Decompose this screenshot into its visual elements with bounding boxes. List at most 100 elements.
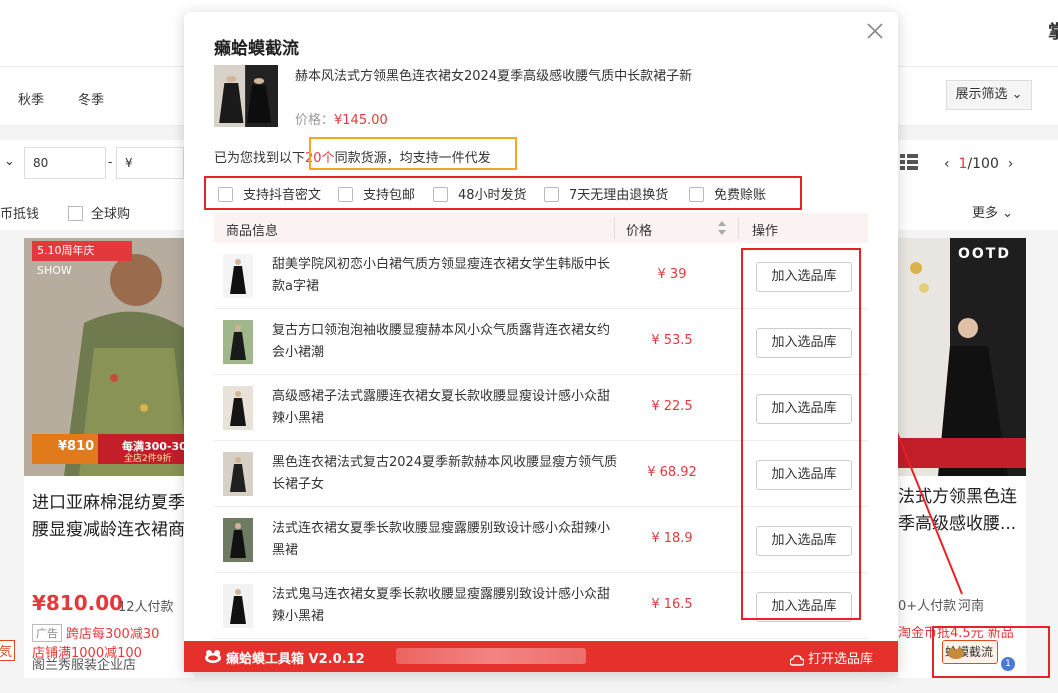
option-label: 支持包邮 — [363, 188, 416, 203]
check-coin[interactable]: 币抵钱 — [0, 203, 39, 222]
header-divider — [614, 217, 615, 239]
option-douyin[interactable]: 支持抖音密文 — [218, 184, 321, 203]
product-location: 河南 — [958, 599, 985, 614]
option-label: 支持抖音密文 — [243, 188, 322, 203]
grid-view-icon[interactable] — [900, 154, 918, 170]
product-title-line1: 进口亚麻棉混纺夏季短 — [32, 493, 194, 513]
open-library-button[interactable]: 打开选品库 — [789, 648, 874, 667]
price-min-input[interactable]: 80 — [24, 147, 106, 179]
check-global[interactable]: 全球购 — [68, 203, 130, 222]
show-filter-button[interactable]: 展示筛选 ⌄ — [946, 80, 1032, 110]
product-price-value: ¥145.00 — [334, 113, 388, 128]
checkbox[interactable] — [68, 206, 83, 221]
row-thumbnail[interactable] — [216, 518, 260, 562]
found-prefix: 已为您找到以下 — [214, 151, 306, 166]
header-divider — [738, 217, 739, 239]
top-right-label: 掌 — [1048, 22, 1058, 43]
image-brand: OOTD — [958, 246, 1011, 262]
pager-prev-icon[interactable]: ‹ — [944, 156, 950, 172]
row-thumbnail[interactable] — [216, 584, 260, 628]
check-global-label: 全球购 — [91, 207, 131, 222]
nav-winter[interactable]: 冬季 — [78, 89, 104, 108]
check-coin-label: 币抵钱 — [0, 207, 40, 222]
product-card-right[interactable]: OOTD 法式方领黑色连 季高级感收腰... 0+人付款 河南 淘金币抵4.5元… — [898, 238, 1026, 678]
header-product-info: 商品信息 — [226, 224, 279, 239]
pager: ‹ 1/100 › — [944, 156, 1013, 172]
sort-icon[interactable] — [718, 221, 726, 235]
option-label: 免费赊账 — [714, 188, 767, 203]
option-48h[interactable]: 48小时发货 — [433, 184, 527, 203]
product-title-line2: 腰显瘦减龄连衣裙商场 — [32, 520, 194, 540]
product-thumbnail — [214, 65, 278, 127]
row-price: ¥ 22.5 — [651, 399, 693, 414]
row-thumbnail[interactable] — [216, 452, 260, 496]
option-label: 7天无理由退换货 — [569, 188, 669, 203]
product-price-label: 价格： — [295, 113, 335, 128]
row-price: ¥ 39 — [657, 267, 687, 282]
app-name: 癞蛤蟆工具箱 V2.0.12 — [226, 652, 365, 667]
product-card-left[interactable]: ¥810 每满300-30元 全店2件9折 进口亚麻棉混纺夏季短 腰显瘦减龄连衣… — [24, 238, 194, 678]
product-sales: 12人付款 — [118, 600, 174, 615]
row-price: ¥ 53.5 — [651, 333, 693, 348]
checkbox[interactable] — [218, 187, 233, 202]
pager-total: /100 — [967, 156, 999, 172]
checkbox[interactable] — [689, 187, 704, 202]
checkbox[interactable] — [338, 187, 353, 202]
row-title[interactable]: 高级感裙子法式露腰连衣裙女夏长款收腰显瘦设计感小众甜辣小黑裙 — [272, 386, 622, 430]
option-free-credit[interactable]: 免费赊账 — [689, 184, 766, 203]
checkbox[interactable] — [544, 187, 559, 202]
left-edge-tag: 気 — [0, 640, 16, 661]
promo-text: 跨店每300减30 — [66, 627, 160, 642]
image-promo2: 全店2件9折 — [124, 454, 172, 464]
chanliu-modal: 癞蛤蟆截流 赫本风法式方领黑色连衣裙女2024夏季高级感收腰气质中长款裙子新 价… — [184, 12, 898, 672]
row-thumbnail[interactable] — [216, 254, 260, 298]
modal-footer: 癞蛤蟆工具箱 V2.0.12 打开选品库 — [184, 641, 898, 672]
header-action: 操作 — [752, 224, 779, 239]
annotation-box-found — [309, 137, 517, 170]
product-image[interactable] — [898, 238, 1026, 476]
nav-autumn[interactable]: 秋季 — [18, 89, 44, 108]
product-title-line1: 法式方领黑色连 — [898, 487, 1017, 507]
row-price: ¥ 16.5 — [651, 597, 693, 612]
image-price: ¥810 — [58, 439, 95, 454]
row-title[interactable]: 法式连衣裙女夏季长款收腰显瘦露腰别致设计感小众甜辣小黑裙 — [272, 518, 622, 562]
annotation-box-chanliu — [932, 626, 1050, 678]
row-title[interactable]: 黑色连衣裙法式复古2024夏季新款赫本风收腰显瘦方领气质长裙子女 — [272, 452, 622, 496]
more-button[interactable]: 更多 ⌄ — [972, 202, 1013, 221]
product-sales: 0+人付款 — [898, 599, 957, 614]
table-header: 商品信息 价格 操作 — [214, 213, 868, 243]
annotation-box-actions — [741, 248, 861, 620]
product-price: ¥810.00 — [32, 591, 124, 615]
row-title[interactable]: 甜美学院风初恋小白裙气质方领显瘦连衣裙女学生韩版中长款a字裙 — [272, 254, 622, 298]
product-title-line2: 季高级感收腰... — [898, 514, 1017, 534]
blurred-info — [396, 648, 586, 664]
close-icon[interactable] — [864, 20, 886, 42]
toad-logo-icon — [205, 650, 221, 663]
product-name: 赫本风法式方领黑色连衣裙女2024夏季高级感收腰气质中长款裙子新 — [295, 69, 693, 84]
checkbox[interactable] — [433, 187, 448, 202]
header-price[interactable]: 价格 — [626, 220, 652, 239]
option-label: 48小时发货 — [458, 188, 527, 203]
row-thumbnail[interactable] — [216, 386, 260, 430]
option-7day-return[interactable]: 7天无理由退换货 — [544, 184, 668, 203]
shop-name[interactable]: 阁兰秀服装企业店 — [32, 654, 136, 673]
pager-next-icon[interactable]: › — [1008, 156, 1014, 172]
price-max-input[interactable]: ¥ — [116, 147, 184, 179]
row-title[interactable]: 复古方口领泡泡袖收腰显瘦赫本风小众气质露背连衣裙女约会小裙潮 — [272, 320, 622, 364]
row-price: ¥ 68.92 — [647, 465, 697, 480]
product-title[interactable]: 法式方领黑色连 季高级感收腰... — [898, 484, 1026, 538]
product-price: 价格：¥145.00 — [295, 109, 388, 128]
modal-title: 癞蛤蟆截流 — [214, 39, 299, 59]
option-free-shipping[interactable]: 支持包邮 — [338, 184, 415, 203]
anniversary-badge: 5.10周年庆 SHOW — [32, 241, 132, 277]
ad-tag: 广告 — [32, 624, 62, 642]
row-thumbnail[interactable] — [216, 320, 260, 364]
more-label: 更多 — [972, 206, 999, 221]
chevron-down-icon[interactable]: ⌄ — [4, 154, 15, 169]
show-filter-label: 展示筛选 — [955, 87, 1008, 102]
open-library-label: 打开选品库 — [808, 652, 874, 667]
row-title[interactable]: 法式鬼马连衣裙女夏季长款收腰显瘦露腰别致设计感小众甜辣小黑裙 — [272, 584, 622, 628]
price-dash: - — [108, 155, 113, 169]
cloud-icon — [789, 655, 805, 666]
product-title[interactable]: 进口亚麻棉混纺夏季短 腰显瘦减龄连衣裙商场 — [32, 490, 194, 544]
